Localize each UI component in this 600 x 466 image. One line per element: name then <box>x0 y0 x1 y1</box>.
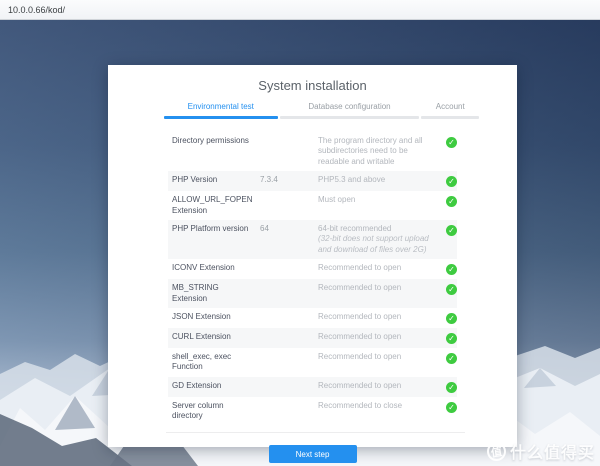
check-status: ✓ <box>439 381 457 393</box>
check-circle-icon: ✓ <box>446 312 457 324</box>
check-circle-icon: ✓ <box>446 196 457 208</box>
check-label: PHP Platform version <box>172 223 249 233</box>
check-description-text: Recommended to open <box>318 283 402 293</box>
tab-database-configuration[interactable]: Database configuration <box>279 102 420 119</box>
check-label: CURL Extension <box>172 331 231 341</box>
check-label: PHP Version <box>172 175 218 185</box>
check-description: Recommended to open <box>318 332 439 342</box>
check-label: MB_STRING Extension <box>172 283 219 303</box>
check-description-text: Recommended to close <box>318 400 403 410</box>
check-circle-icon: ✓ <box>446 352 457 364</box>
check-description: Recommended to open <box>318 263 439 273</box>
check-description-text: Must open <box>318 195 356 205</box>
check-row: MB_STRING Extension Recommended to open … <box>168 279 457 308</box>
check-circle-icon: ✓ <box>446 381 457 393</box>
check-label: JSON Extension <box>172 311 231 321</box>
check-description-text: Recommended to open <box>318 311 402 321</box>
check-description: PHP5.3 and above <box>318 175 439 185</box>
tab-account[interactable]: Account <box>421 102 479 119</box>
check-status: ✓ <box>439 332 457 344</box>
check-description: Recommended to open <box>318 283 439 293</box>
check-status: ✓ <box>439 283 457 296</box>
check-row: shell_exec, exec Function Recommended to… <box>168 348 457 377</box>
check-label: ALLOW_URL_FOPEN Extension <box>172 195 253 215</box>
check-value: 7.3.4 <box>260 175 278 185</box>
check-circle-icon: ✓ <box>446 176 457 188</box>
check-status: ✓ <box>439 312 457 324</box>
check-description: 64-bit recommended (32-bit does not supp… <box>318 224 439 255</box>
check-description: Recommended to open <box>318 352 439 362</box>
watermark-text: 什么值得买 <box>509 445 595 462</box>
check-row: ICONV Extension Recommended to open ✓ <box>168 259 457 279</box>
check-circle-icon: ✓ <box>446 224 457 236</box>
check-label: shell_exec, exec Function <box>172 351 232 372</box>
check-description-text: The program directory and all subdirecto… <box>318 136 423 166</box>
tab-label: Environmental test <box>187 102 254 111</box>
tab-progress-bar <box>279 116 420 119</box>
check-description-text: PHP5.3 and above <box>318 175 386 185</box>
check-status: ✓ <box>439 175 457 188</box>
check-description: Recommended to open <box>318 381 439 391</box>
check-row: Directory permissions The program direct… <box>168 132 457 171</box>
check-status: ✓ <box>439 195 457 208</box>
check-row: PHP Platform version 64 64-bit recommend… <box>168 219 457 260</box>
check-row: PHP Version 7.3.4 PHP5.3 and above ✓ <box>168 171 457 192</box>
tab-label: Account <box>435 102 465 111</box>
check-description: The program directory and all subdirecto… <box>318 136 439 167</box>
check-description-note: (32-bit does not support upload and down… <box>318 234 429 254</box>
url-text[interactable]: 10.0.0.66/kod/ <box>8 5 65 15</box>
tab-progress-bar <box>421 116 479 119</box>
check-circle-icon: ✓ <box>446 284 457 296</box>
check-circle-icon: ✓ <box>446 264 457 276</box>
browser-address-bar[interactable]: 10.0.0.66/kod/ <box>0 0 600 20</box>
check-label: ICONV Extension <box>172 263 235 273</box>
check-status: ✓ <box>439 263 457 276</box>
smzdm-watermark: 值 什么值得买 <box>485 439 595 463</box>
check-value: 64 <box>260 223 269 233</box>
check-description: Recommended to open <box>318 312 439 322</box>
environment-check-list: Directory permissions The program direct… <box>168 132 457 425</box>
tab-label: Database configuration <box>308 102 391 111</box>
next-step-button[interactable]: Next step <box>268 445 357 464</box>
check-description-text: Recommended to open <box>318 380 402 390</box>
install-dialog: System installation Environmental test D… <box>108 65 517 464</box>
check-label: GD Extension <box>172 380 222 390</box>
check-status: ✓ <box>439 136 457 148</box>
page-title: System installation <box>258 78 367 93</box>
check-status: ✓ <box>439 401 457 413</box>
check-row: Server column directory Recommended to c… <box>168 397 457 426</box>
check-description: Recommended to close <box>318 401 439 411</box>
tab-environmental-test[interactable]: Environmental test <box>164 102 278 119</box>
install-steps-tabs: Environmental test Database configuratio… <box>164 102 479 119</box>
check-circle-icon: ✓ <box>446 401 457 413</box>
check-circle-icon: ✓ <box>446 332 457 344</box>
check-status: ✓ <box>439 352 457 364</box>
check-circle-icon: ✓ <box>446 137 457 148</box>
check-label: Server column directory <box>172 400 224 421</box>
check-row: GD Extension Recommended to open ✓ <box>168 376 457 397</box>
tab-progress-bar <box>164 116 278 119</box>
check-description-text: Recommended to open <box>318 263 402 273</box>
check-description-text: Recommended to open <box>318 351 402 361</box>
check-status: ✓ <box>439 224 457 236</box>
check-label: Directory permissions <box>172 136 249 145</box>
footer-divider <box>166 432 465 434</box>
check-description-text: 64-bit recommended <box>318 223 392 233</box>
check-row: CURL Extension Recommended to open ✓ <box>168 327 457 348</box>
check-row: ALLOW_URL_FOPEN Extension Must open ✓ <box>168 191 457 220</box>
check-description-text: Recommended to open <box>318 331 402 341</box>
check-row: JSON Extension Recommended to open ✓ <box>168 308 457 328</box>
check-description: Must open <box>318 195 439 205</box>
smzdm-logo-icon: 值 <box>485 440 508 462</box>
